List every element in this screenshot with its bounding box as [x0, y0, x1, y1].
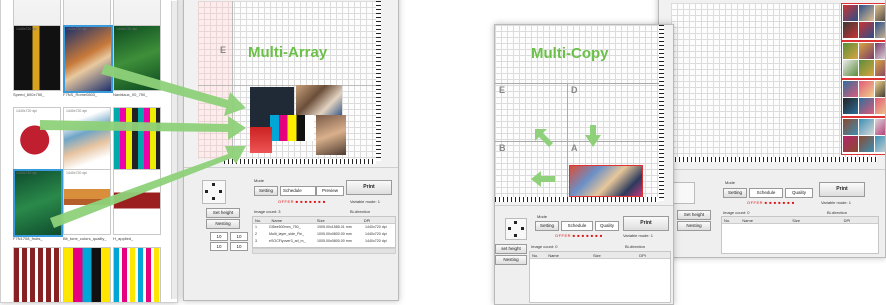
- back-status-indicator: OFFER ■ ■ ■ ■ ■ ■ ■: [747, 200, 795, 205]
- tile-photo: [859, 43, 874, 59]
- copy-tile[interactable]: [841, 79, 885, 117]
- front-ruler-vertical: [659, 25, 664, 201]
- tile-photo: [875, 60, 885, 76]
- copy-tile[interactable]: [841, 117, 885, 155]
- tile-photo: [875, 5, 885, 21]
- front-mode-label: Mode: [537, 214, 548, 219]
- back-bi-direction-text: Bi-direction: [827, 210, 848, 215]
- front-image-table: No. Name Size DPI: [529, 251, 671, 303]
- tile-photo: [859, 5, 874, 21]
- copy-tile[interactable]: [841, 41, 885, 79]
- arrow-up: [585, 125, 601, 147]
- tile-photo: [875, 22, 885, 38]
- main-window-back: Mode Setting Schedule Quality Print OFFE…: [658, 0, 886, 258]
- tile-photo: [875, 136, 885, 152]
- front-table-header: No. Name Size DPI: [530, 252, 670, 259]
- arrow-top: [101, 64, 246, 116]
- front-move-pad[interactable]: [505, 218, 527, 240]
- back-quality-select[interactable]: Quality: [785, 188, 813, 198]
- back-set-height-button[interactable]: Set height: [677, 210, 711, 220]
- arrow-up-left: [535, 129, 553, 147]
- column-header[interactable]: DPI: [844, 218, 851, 223]
- back-setting-button[interactable]: Setting: [723, 188, 747, 198]
- tile-photo: [875, 98, 885, 114]
- back-variable-mode-text: Variable mode: 1: [821, 200, 851, 205]
- back-move-pad[interactable]: [673, 182, 695, 204]
- copy-tile[interactable]: [841, 3, 885, 41]
- back-ruler-horizontal: [671, 157, 877, 162]
- column-header[interactable]: Size: [593, 253, 601, 258]
- arrow-bottom: [50, 146, 246, 228]
- front-bi-direction-text: Bi-direction: [625, 244, 646, 249]
- tile-photo: [843, 98, 858, 114]
- column-header[interactable]: DPI: [639, 253, 646, 258]
- tile-photo: [843, 81, 858, 97]
- front-control-panel: Mode Setting Schedule Quality Print OFFE…: [495, 205, 673, 304]
- front-quality-select[interactable]: Quality: [595, 221, 619, 231]
- direction-arrows: [531, 125, 601, 187]
- back-print-button[interactable]: Print: [819, 182, 865, 197]
- front-schedule-select[interactable]: Schedule: [561, 221, 593, 231]
- back-nesting-button[interactable]: Nesting: [677, 221, 711, 231]
- front-print-button[interactable]: Print: [623, 216, 669, 231]
- arrows-overlay-left: [40, 64, 246, 228]
- back-schedule-select[interactable]: Schedule: [749, 188, 783, 198]
- front-image-count-text: Image count: 0: [531, 244, 558, 249]
- main-window-front: E D B A Multi-Copy Mode Setting Schedule: [494, 24, 674, 305]
- column-header[interactable]: Name: [742, 218, 753, 223]
- back-control-panel: Mode Setting Schedule Quality Print OFFE…: [659, 169, 885, 257]
- tile-photo: [859, 81, 874, 97]
- column-header[interactable]: No.: [724, 218, 730, 223]
- front-set-height-button[interactable]: set height: [495, 244, 527, 254]
- tile-photo: [843, 119, 858, 135]
- right-composite: Mode Setting Schedule Quality Print OFFE…: [490, 0, 886, 305]
- tile-photo: [875, 119, 885, 135]
- back-image-count-text: Image count: 0: [723, 210, 750, 215]
- tile-photo: [875, 43, 885, 59]
- front-setting-button[interactable]: Setting: [535, 221, 559, 231]
- front-ruler-horizontal: [495, 197, 659, 202]
- column-header[interactable]: No.: [532, 253, 538, 258]
- tile-photo: [843, 22, 858, 38]
- arrow-left: [531, 171, 555, 187]
- front-status-indicator: OFFER ■ ■ ■ ■ ■ ■ ■: [555, 233, 603, 238]
- tile-photo: [859, 98, 874, 114]
- column-header[interactable]: Name: [548, 253, 559, 258]
- left-composite: Bit_color_noise_quality_Soap/Pen_Bill_Gr…: [0, 0, 400, 303]
- tile-photo: [859, 60, 874, 76]
- tile-photo: [859, 136, 874, 152]
- tile-photo: [843, 5, 858, 21]
- tile-photo: [859, 119, 874, 135]
- column-header[interactable]: Size: [792, 218, 800, 223]
- arrow-middle: [40, 116, 246, 140]
- front-variable-mode-text: Variable mode: 1: [623, 233, 653, 238]
- back-image-table: No. Name Size DPI: [721, 216, 879, 254]
- tile-photo: [843, 136, 858, 152]
- back-mode-label: Mode: [725, 180, 736, 185]
- tile-photo: [843, 60, 858, 76]
- tile-photo: [875, 81, 885, 97]
- front-nesting-button[interactable]: Nesting: [495, 255, 527, 265]
- tile-photo: [859, 22, 874, 38]
- tile-photo: [843, 43, 858, 59]
- back-table-header: No. Name Size DPI: [722, 217, 878, 224]
